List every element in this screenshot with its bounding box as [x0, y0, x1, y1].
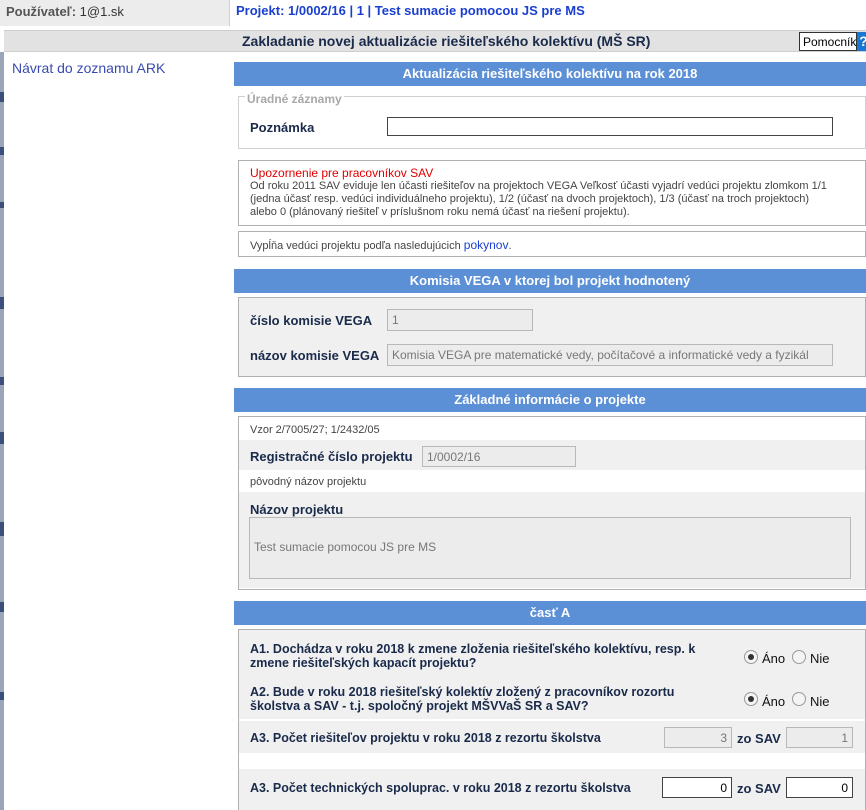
- instructions-link[interactable]: pokynov: [464, 238, 509, 252]
- q2-no-label: Nie: [810, 694, 830, 709]
- project-name-field[interactable]: Test sumacie pomocou JS pre MS: [249, 517, 851, 579]
- project-title[interactable]: Projekt: 1/0002/16 | 1 | Test sumacie po…: [236, 3, 585, 18]
- q2-line-1: A2. Bude v roku 2018 riešiteľský kolektí…: [250, 685, 675, 699]
- note-input[interactable]: [387, 117, 833, 136]
- warning-title: Upozornenie pre pracovníkov SAV: [250, 166, 434, 180]
- q3-sav-field[interactable]: 1: [786, 727, 853, 748]
- reg-number-label: Registračné číslo projektu: [250, 449, 413, 464]
- q4-sav-input[interactable]: [786, 777, 853, 798]
- instructions-end: .: [508, 240, 512, 252]
- pattern-hint: Vzor 2/7005/27; 1/2432/05: [250, 424, 380, 436]
- warning-line-3: alebo 0 (plánovaný riešiteľ v príslušnom…: [250, 206, 630, 218]
- left-edge-stripe: [0, 52, 4, 810]
- page-title: Zakladanie novej aktualizácie riešiteľsk…: [242, 33, 651, 49]
- top-bar: Používateľ: 1@1.sk Projekt: 1/0002/16 | …: [0, 0, 866, 26]
- commission-name-field[interactable]: Komisia VEGA pre matematické vedy, počít…: [387, 344, 833, 366]
- help-button[interactable]: Pomocník: [799, 32, 857, 51]
- q1-yes-radio[interactable]: [744, 650, 758, 664]
- q1-line-1: A1. Dochádza v roku 2018 k zmene zloženi…: [250, 642, 696, 656]
- instructions-prefix: Vypĺňa vedúci projektu podľa nasledujúci…: [250, 240, 461, 252]
- commission-number-label: číslo komisie VEGA: [250, 313, 373, 328]
- instructions-text: Vypĺňa vedúci projektu podľa nasledujúci…: [250, 238, 512, 252]
- q4-sav-label: zo SAV: [737, 781, 781, 796]
- q1-yes-label: Áno: [762, 651, 786, 666]
- section-header-part-a: časť A: [234, 601, 866, 625]
- help-icon[interactable]: ?: [857, 32, 866, 51]
- title-bar: Zakladanie novej aktualizácie riešiteľsk…: [4, 30, 866, 52]
- q1-no-label: Nie: [810, 651, 830, 666]
- user-info: Používateľ: 1@1.sk: [0, 0, 230, 26]
- warning-line-2: (jedna účasť resp. vedúci individuálneho…: [250, 193, 810, 205]
- q2-yes-radio[interactable]: [744, 692, 758, 706]
- q1-line-2: zmene riešiteľských kapacít projektu?: [250, 656, 477, 670]
- user-value: 1@1.sk: [79, 4, 124, 19]
- q2-line-2: školstva a SAV - t.j. spoločný projekt M…: [250, 699, 589, 713]
- reg-number-field[interactable]: 1/0002/16: [422, 446, 576, 467]
- q1-no-radio[interactable]: [792, 650, 806, 664]
- q4-label: A3. Počet technických spoluprac. v roku …: [250, 781, 631, 795]
- section-header-update: Aktualizácia riešiteľského kolektívu na …: [234, 62, 866, 86]
- fieldset-legend: Úradné záznamy: [245, 92, 344, 106]
- user-label: Používateľ:: [6, 4, 77, 19]
- q4-school-input[interactable]: [662, 777, 732, 798]
- q3-sav-label: zo SAV: [737, 731, 781, 746]
- note-label: Poznámka: [250, 120, 315, 135]
- back-to-list-link[interactable]: Návrat do zoznamu ARK: [12, 60, 165, 76]
- q2-no-radio[interactable]: [792, 692, 806, 706]
- section-header-basic-info: Základné informácie o projekte: [234, 388, 866, 412]
- section-header-commission: Komisia VEGA v ktorej bol projekt hodnot…: [234, 269, 866, 293]
- q3-label: A3. Počet riešiteľov projektu v roku 201…: [250, 731, 601, 745]
- original-name-hint: pôvodný názov projektu: [250, 476, 367, 488]
- q3-school-field[interactable]: 3: [664, 727, 732, 748]
- q2-yes-label: Áno: [762, 694, 786, 709]
- commission-name-label: názov komisie VEGA: [250, 348, 380, 363]
- warning-line-1: Od roku 2011 SAV eviduje len účasti rieš…: [250, 180, 827, 192]
- commission-number-field[interactable]: 1: [387, 309, 533, 331]
- project-name-label: Názov projektu: [250, 502, 344, 517]
